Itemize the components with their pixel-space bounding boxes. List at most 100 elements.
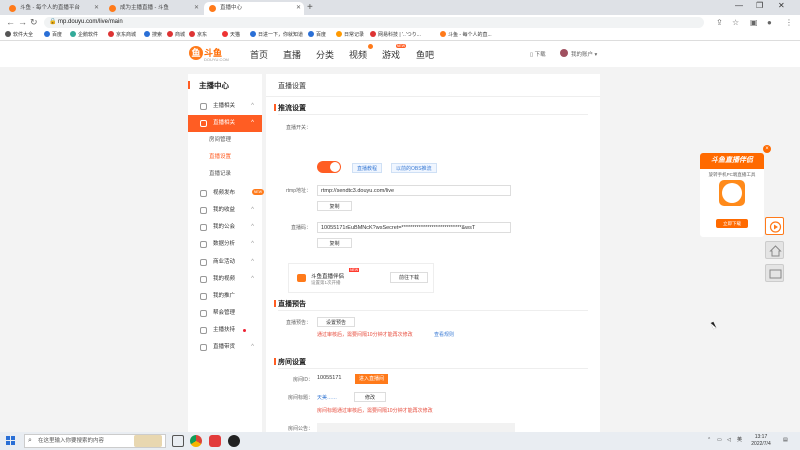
volume-icon[interactable]: ◁ bbox=[727, 435, 731, 446]
user-menu[interactable]: 我的账户 ▾ bbox=[571, 50, 597, 58]
sidebar-item-guild[interactable]: 我的公会 ^ bbox=[188, 219, 262, 236]
ad-close-icon[interactable]: × bbox=[763, 145, 771, 153]
back-arrow-icon[interactable]: ← bbox=[6, 17, 15, 28]
nav-home[interactable]: 首页 bbox=[250, 48, 268, 61]
search-placeholder: 在这里输入你要搜索的内容 bbox=[38, 438, 105, 444]
room-title-review-hint: 房间标题通过审核后，需要间隔10分钟才能再次修改 bbox=[317, 408, 433, 414]
forward-arrow-icon[interactable]: → bbox=[18, 17, 27, 28]
download-link[interactable]: ▯ 下载 bbox=[530, 50, 546, 58]
copy-rtmp-button[interactable]: 复制 bbox=[317, 201, 352, 211]
briefcase-icon bbox=[200, 259, 207, 266]
download-companion-button[interactable]: 前往下载 bbox=[390, 272, 428, 283]
bookmark-item[interactable]: 京东 bbox=[189, 31, 207, 40]
film-icon bbox=[200, 276, 207, 283]
home-float-button[interactable] bbox=[765, 241, 784, 259]
sidebar-sub-room-manage[interactable]: 房间管理 bbox=[188, 132, 262, 149]
stream-code-field[interactable]: 10055171rEuBMNcK?wsSecret=**************… bbox=[317, 222, 511, 233]
avatar[interactable] bbox=[560, 49, 568, 57]
edit-room-title-button[interactable]: 修改 bbox=[354, 392, 386, 402]
chrome-icon[interactable] bbox=[190, 435, 202, 447]
bookmark-item[interactable]: 搜索 bbox=[144, 31, 162, 40]
menu-kebab-icon[interactable]: ⋮ bbox=[785, 17, 793, 28]
set-notice-button[interactable]: 设置预告 bbox=[317, 317, 355, 327]
task-view-icon[interactable] bbox=[172, 435, 184, 447]
nav-video[interactable]: 视频 bbox=[349, 44, 374, 61]
sidebar-item-live[interactable]: 直播相关 ^ bbox=[188, 115, 262, 132]
old-obs-stream-link[interactable]: 以前的OBS推流 bbox=[391, 163, 437, 173]
tab-title: 成为主播直播 - 斗鱼 bbox=[120, 5, 169, 11]
sidebar-sub-live-settings[interactable]: 直播设置 bbox=[188, 149, 262, 166]
share-icon[interactable]: ⇪ bbox=[716, 17, 723, 28]
sidebar-item-gang[interactable]: 帮会管理 bbox=[188, 305, 262, 322]
system-clock[interactable]: 13:17 2022/7/4 bbox=[748, 434, 774, 448]
room-bulletin-label: 房间公告： bbox=[288, 426, 314, 432]
live-switch-toggle[interactable] bbox=[317, 161, 341, 173]
douyu-logo[interactable]: 鱼 斗鱼 DOUYU.COM bbox=[189, 44, 229, 64]
window-close-icon[interactable]: ✕ bbox=[778, 1, 785, 10]
enter-room-button[interactable]: 进入直播间 bbox=[355, 374, 389, 384]
ad-download-button[interactable]: 立即下载 bbox=[716, 219, 748, 228]
url-bar[interactable]: 🔒 mp.douyu.com/live/main bbox=[44, 17, 704, 28]
extension-icon[interactable]: ▣ bbox=[750, 17, 758, 28]
sidebar-item-support[interactable]: 主播扶持 bbox=[188, 322, 262, 339]
bookmark-item[interactable]: 斗鱼 - 每个人的直... bbox=[440, 31, 492, 40]
divider bbox=[278, 310, 588, 311]
bookmark-item[interactable]: 软件大全 bbox=[5, 31, 33, 40]
divider bbox=[278, 114, 588, 115]
profile-icon[interactable]: ● bbox=[767, 17, 772, 28]
bookmark-item[interactable]: 网易科技 | '..'つり... bbox=[370, 31, 421, 40]
chevron-up-icon: ^ bbox=[251, 344, 254, 350]
bookmark-item[interactable]: 天猫 bbox=[222, 31, 240, 40]
app-icon[interactable] bbox=[209, 435, 221, 447]
nav-game[interactable]: 游戏 NEW bbox=[382, 44, 407, 61]
room-bulletin-textarea[interactable] bbox=[317, 423, 515, 432]
notification-icon[interactable]: ▤ bbox=[783, 435, 788, 446]
fish-logo-icon: 鱼 bbox=[189, 46, 203, 60]
input-language[interactable]: 英 bbox=[737, 435, 742, 446]
bookmark-item[interactable]: 京东商城 bbox=[108, 31, 136, 40]
sidebar-item-business[interactable]: 商业活动 ^ bbox=[188, 254, 262, 271]
companion-ad-card[interactable]: 斗鱼直播伴侣 旋转手机PC端直播工具 立即下载 bbox=[700, 153, 764, 237]
browser-tab-2[interactable]: 成为主播直播 - 斗鱼 ✕ bbox=[104, 2, 202, 15]
sidebar-item-anchor[interactable]: 主播相关 ^ bbox=[188, 98, 262, 115]
tray-chevron-icon[interactable]: ⌃ bbox=[707, 435, 711, 446]
promo-title: 斗鱼直播伴侣 bbox=[311, 274, 345, 280]
sidebar-item-promotion[interactable]: 我的推广 bbox=[188, 288, 262, 305]
copy-code-button[interactable]: 复制 bbox=[317, 238, 352, 248]
network-icon[interactable]: ▭ bbox=[717, 435, 722, 446]
sidebar-sub-live-records[interactable]: 直播记录 bbox=[188, 166, 262, 183]
sidebar-item-ecommerce[interactable]: 直播带货 ^ bbox=[188, 339, 262, 356]
play-icon bbox=[769, 221, 782, 233]
sidebar-item-analytics[interactable]: 数据分析 ^ bbox=[188, 236, 262, 253]
close-tab-icon[interactable]: ✕ bbox=[194, 2, 199, 15]
browser-tab-3-active[interactable]: 直播中心 ✕ bbox=[204, 2, 304, 15]
close-tab-icon[interactable]: ✕ bbox=[94, 2, 99, 15]
sidebar-item-video-publish[interactable]: 视频发布 NEW bbox=[188, 185, 264, 202]
close-tab-icon[interactable]: ✕ bbox=[296, 2, 301, 15]
bookmark-item[interactable]: 商城 bbox=[167, 31, 185, 40]
rtmp-address-field[interactable]: rtmp://sendtc3.douyu.com/live bbox=[317, 185, 511, 196]
nav-live[interactable]: 直播 bbox=[283, 48, 301, 61]
top-float-button[interactable] bbox=[765, 264, 784, 282]
live-tutorial-link[interactable]: 直播教程 bbox=[352, 163, 383, 173]
app-icon[interactable] bbox=[228, 435, 240, 447]
bookmark-item[interactable]: 日进一下，你就知道 bbox=[250, 31, 303, 40]
minimize-icon[interactable]: — bbox=[735, 1, 743, 10]
browser-tab-1[interactable]: 斗鱼 - 每个人的直播平台 ✕ bbox=[4, 2, 102, 15]
sidebar-item-my-videos[interactable]: 我的视频 ^ bbox=[188, 271, 262, 288]
bookmark-item[interactable]: 百度 bbox=[308, 31, 326, 40]
bookmark-item[interactable]: 百度 bbox=[44, 31, 62, 40]
bookmark-star-icon[interactable]: ☆ bbox=[732, 17, 739, 28]
nav-category[interactable]: 分类 bbox=[316, 48, 334, 61]
nav-fishbar[interactable]: 鱼吧 bbox=[416, 48, 434, 61]
play-float-button[interactable] bbox=[765, 217, 784, 235]
sidebar-item-earnings[interactable]: 我的收益 ^ bbox=[188, 202, 262, 219]
new-tab-button[interactable]: + bbox=[307, 2, 313, 13]
bookmark-item[interactable]: 日常记录 bbox=[336, 31, 364, 40]
maximize-icon[interactable]: ❐ bbox=[756, 1, 763, 10]
expand-icon bbox=[769, 269, 782, 279]
windows-start-icon[interactable] bbox=[6, 436, 16, 446]
bookmark-item[interactable]: 企鹅软件 bbox=[70, 31, 98, 40]
view-rules-link[interactable]: 查看规则 bbox=[434, 331, 454, 338]
reload-icon[interactable]: ↻ bbox=[30, 17, 38, 28]
